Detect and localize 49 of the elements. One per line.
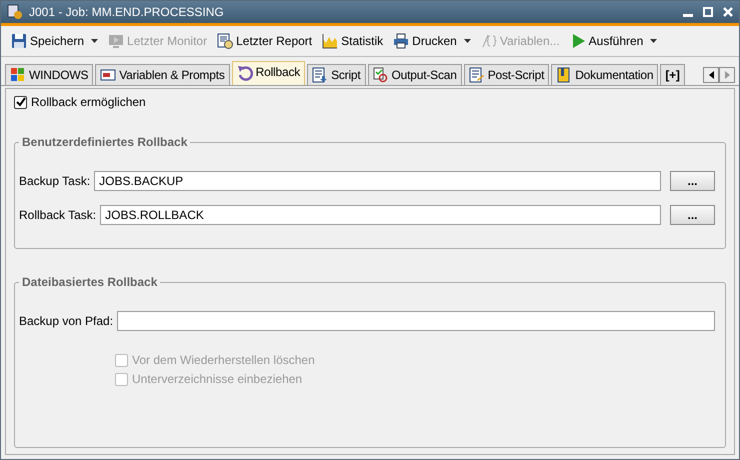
- input-field[interactable]: [117, 311, 715, 331]
- tab[interactable]: Dokumentation: [551, 64, 658, 85]
- scroll-left-button[interactable]: [703, 67, 719, 83]
- tab[interactable]: [+]: [660, 64, 685, 85]
- group-title: Benutzerdefiniertes Rollback: [21, 135, 188, 149]
- book-icon: [556, 67, 572, 83]
- script-icon: [312, 67, 328, 83]
- window-title: J001 - Job: MM.END.PROCESSING: [29, 5, 225, 19]
- right-arrow-icon: [724, 71, 730, 79]
- tab[interactable]: Variablen & Prompts: [95, 64, 230, 85]
- checkbox-label: Vor dem Wiederherstellen löschen: [132, 353, 315, 367]
- maximize-icon[interactable]: [703, 7, 713, 17]
- document-pencil-icon: [468, 67, 485, 83]
- field-label: Backup Task:: [19, 174, 90, 188]
- undo-arrow-icon: [236, 65, 253, 81]
- toolbar-button[interactable]: Drucken: [391, 31, 473, 51]
- tab[interactable]: Rollback: [232, 61, 306, 85]
- toolbar-button[interactable]: Ausführen: [568, 31, 660, 51]
- caret-icon[interactable]: [464, 39, 471, 43]
- caret-icon[interactable]: [91, 39, 98, 43]
- field-label: Backup von Pfad:: [19, 314, 114, 328]
- browse-button[interactable]: ...: [670, 205, 715, 225]
- tab[interactable]: Output-Scan: [368, 64, 462, 85]
- checkbox-label: Unterverzeichnisse einbeziehen: [132, 372, 302, 386]
- close-icon[interactable]: [723, 7, 733, 17]
- chart-icon: [322, 33, 338, 49]
- input-field[interactable]: JOBS.ROLLBACK: [100, 205, 661, 225]
- toolbar-button[interactable]: Statistik: [320, 31, 386, 51]
- monitor-icon: [108, 33, 124, 49]
- caret-icon[interactable]: [650, 39, 658, 43]
- magnifier-icon: [372, 67, 389, 83]
- left-arrow-icon: [708, 71, 714, 79]
- tab[interactable]: Script: [307, 64, 366, 85]
- input-field[interactable]: JOBS.BACKUP: [94, 171, 661, 191]
- browse-button[interactable]: ...: [670, 171, 715, 191]
- tab[interactable]: Post-Script: [464, 64, 550, 85]
- report-clock-icon: [217, 33, 234, 49]
- group-title: Dateibasiertes Rollback: [21, 275, 158, 289]
- windows-logo-icon: [10, 67, 26, 83]
- toolbar-button[interactable]: Speichern: [9, 31, 100, 51]
- variables-icon: [100, 67, 116, 83]
- checkbox[interactable]: [14, 96, 27, 108]
- gear-document-icon: [7, 4, 23, 20]
- variable-icon: [480, 33, 497, 49]
- checkbox-label: Rollback ermöglichen: [31, 95, 146, 109]
- tab[interactable]: WINDOWS: [5, 64, 94, 85]
- field-label: Rollback Task:: [19, 208, 96, 222]
- printer-icon: [393, 33, 410, 49]
- toolbar-button[interactable]: Letzter Report: [215, 31, 314, 51]
